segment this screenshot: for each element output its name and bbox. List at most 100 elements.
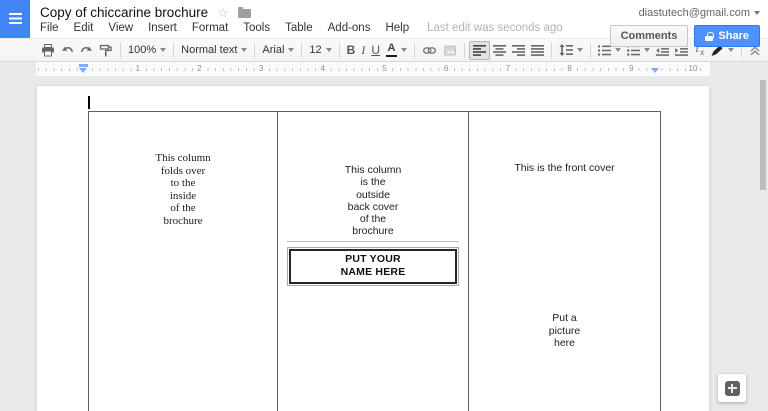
zoom-value: 100% bbox=[128, 44, 157, 56]
ruler-number: 6 bbox=[441, 64, 451, 73]
share-label: Share bbox=[718, 30, 749, 42]
toolbar-separator bbox=[173, 42, 175, 58]
align-center-icon bbox=[493, 44, 506, 56]
redo-button[interactable] bbox=[77, 41, 96, 60]
redo-icon bbox=[81, 46, 92, 53]
text-cursor bbox=[88, 96, 90, 109]
right-margin-marker[interactable] bbox=[651, 68, 659, 73]
menu-item-view[interactable]: View bbox=[108, 22, 133, 34]
menu-item-addons[interactable]: Add-ons bbox=[328, 22, 371, 34]
undo-button[interactable] bbox=[58, 41, 77, 60]
chevron-down-icon bbox=[288, 48, 295, 52]
account-menu[interactable]: diastutech@gmail.com bbox=[639, 7, 760, 19]
divider bbox=[287, 240, 459, 242]
brochure-table: This column folds over to the inside of … bbox=[88, 111, 661, 411]
scrollbar-thumb[interactable] bbox=[760, 80, 766, 190]
link-icon bbox=[422, 46, 437, 54]
align-right-icon bbox=[512, 44, 525, 56]
ruler-number: 8 bbox=[565, 64, 574, 73]
name-box-text[interactable]: PUT YOUR NAME HERE bbox=[289, 248, 457, 284]
text-color-button[interactable]: A bbox=[383, 41, 410, 60]
menu-item-tools[interactable]: Tools bbox=[243, 22, 270, 34]
ruler-number: 3 bbox=[256, 64, 266, 73]
italic-icon: I bbox=[361, 42, 366, 57]
picture-placeholder-text[interactable]: Put a picture here bbox=[469, 312, 660, 349]
chevron-down-icon bbox=[644, 48, 650, 52]
ruler-number: 7 bbox=[503, 64, 513, 73]
align-left-button[interactable] bbox=[469, 40, 490, 60]
toolbar-separator bbox=[301, 42, 303, 58]
italic-button[interactable]: I bbox=[358, 41, 368, 60]
menu-item-table[interactable]: Table bbox=[285, 22, 313, 34]
ruler-number: 1 bbox=[133, 64, 142, 73]
ruler-strip: 1 2 3 4 5 6 7 8 9 10 bbox=[36, 62, 710, 76]
paint-format-button[interactable] bbox=[96, 41, 116, 60]
align-left-icon bbox=[473, 44, 486, 56]
page[interactable]: This column folds over to the inside of … bbox=[36, 85, 710, 411]
toolbar-separator bbox=[338, 42, 340, 58]
align-right-button[interactable] bbox=[509, 41, 528, 60]
style-select[interactable]: Normal text bbox=[178, 41, 250, 60]
zoom-select[interactable]: 100% bbox=[125, 41, 169, 60]
chevron-down-icon bbox=[325, 48, 332, 52]
bold-button[interactable]: B bbox=[344, 41, 359, 60]
chevron-down-icon bbox=[241, 48, 248, 52]
doc-title[interactable]: Copy of chiccarine brochure bbox=[40, 5, 208, 20]
menu-item-file[interactable]: File bbox=[40, 22, 59, 34]
justify-button[interactable] bbox=[528, 41, 547, 60]
font-size-select[interactable]: 12 bbox=[306, 41, 334, 60]
front-cover-text[interactable]: This is the front cover bbox=[469, 112, 660, 174]
table-cell-inside-fold[interactable]: This column folds over to the inside of … bbox=[89, 112, 277, 411]
table-cell-back-cover[interactable]: This column is the outside back cover of… bbox=[277, 112, 468, 411]
chevron-down-icon bbox=[728, 48, 735, 52]
share-button[interactable]: Share bbox=[694, 25, 760, 47]
toolbar-separator bbox=[551, 42, 552, 58]
ruler-number: 9 bbox=[627, 64, 636, 73]
menu-item-edit[interactable]: Edit bbox=[74, 22, 94, 34]
line-spacing-button[interactable] bbox=[556, 41, 586, 60]
chevron-down-icon bbox=[577, 48, 583, 52]
back-cover-text[interactable]: This column is the outside back cover of… bbox=[278, 112, 468, 238]
docs-home-icon[interactable] bbox=[0, 0, 30, 38]
inside-fold-text[interactable]: This column folds over to the inside of … bbox=[89, 112, 277, 227]
menu-item-format[interactable]: Format bbox=[192, 22, 228, 34]
toolbar-separator bbox=[254, 42, 256, 58]
underline-icon: U bbox=[371, 43, 380, 57]
star-icon[interactable]: ☆ bbox=[217, 6, 229, 19]
folder-icon[interactable] bbox=[237, 7, 251, 18]
paint-roller-icon bbox=[99, 44, 112, 56]
chevron-down-icon bbox=[401, 48, 407, 52]
chevron-down-icon bbox=[615, 48, 621, 52]
insert-link-button[interactable] bbox=[419, 41, 440, 60]
ruler-number: 4 bbox=[318, 64, 328, 73]
style-value: Normal text bbox=[181, 44, 238, 56]
font-select[interactable]: Arial bbox=[259, 41, 297, 60]
explore-button[interactable] bbox=[718, 374, 746, 402]
comments-button[interactable]: Comments bbox=[609, 25, 689, 47]
menu-item-help[interactable]: Help bbox=[385, 22, 409, 34]
ruler: 1 2 3 4 5 6 7 8 9 10 bbox=[0, 62, 768, 76]
first-line-indent-marker[interactable] bbox=[79, 64, 88, 67]
text-color-icon: A bbox=[386, 42, 397, 58]
insert-image-button[interactable] bbox=[440, 41, 460, 60]
underline-button[interactable]: U bbox=[368, 41, 383, 60]
app-header: Copy of chiccarine brochure ☆ File Edit Vi… bbox=[0, 0, 768, 47]
justify-icon bbox=[531, 44, 544, 56]
toolbar-separator bbox=[120, 42, 121, 58]
last-edit-status[interactable]: Last edit was seconds ago bbox=[427, 22, 563, 34]
toolbar-separator bbox=[464, 42, 465, 58]
chevron-down-icon bbox=[160, 48, 167, 52]
image-icon bbox=[444, 45, 456, 55]
name-box[interactable]: PUT YOUR NAME HERE bbox=[287, 246, 459, 286]
left-margin-marker[interactable] bbox=[79, 68, 87, 73]
menu-item-insert[interactable]: Insert bbox=[148, 22, 177, 34]
ruler-number: 10 bbox=[686, 64, 700, 73]
toolbar-separator bbox=[414, 42, 415, 58]
print-button[interactable] bbox=[38, 41, 58, 60]
line-spacing-icon bbox=[559, 44, 573, 56]
table-cell-front-cover[interactable]: This is the front cover Put a picture he… bbox=[468, 112, 660, 411]
align-center-button[interactable] bbox=[490, 41, 509, 60]
print-icon bbox=[42, 43, 54, 56]
docs-lines-icon bbox=[8, 12, 22, 26]
ruler-number: 2 bbox=[195, 64, 204, 73]
